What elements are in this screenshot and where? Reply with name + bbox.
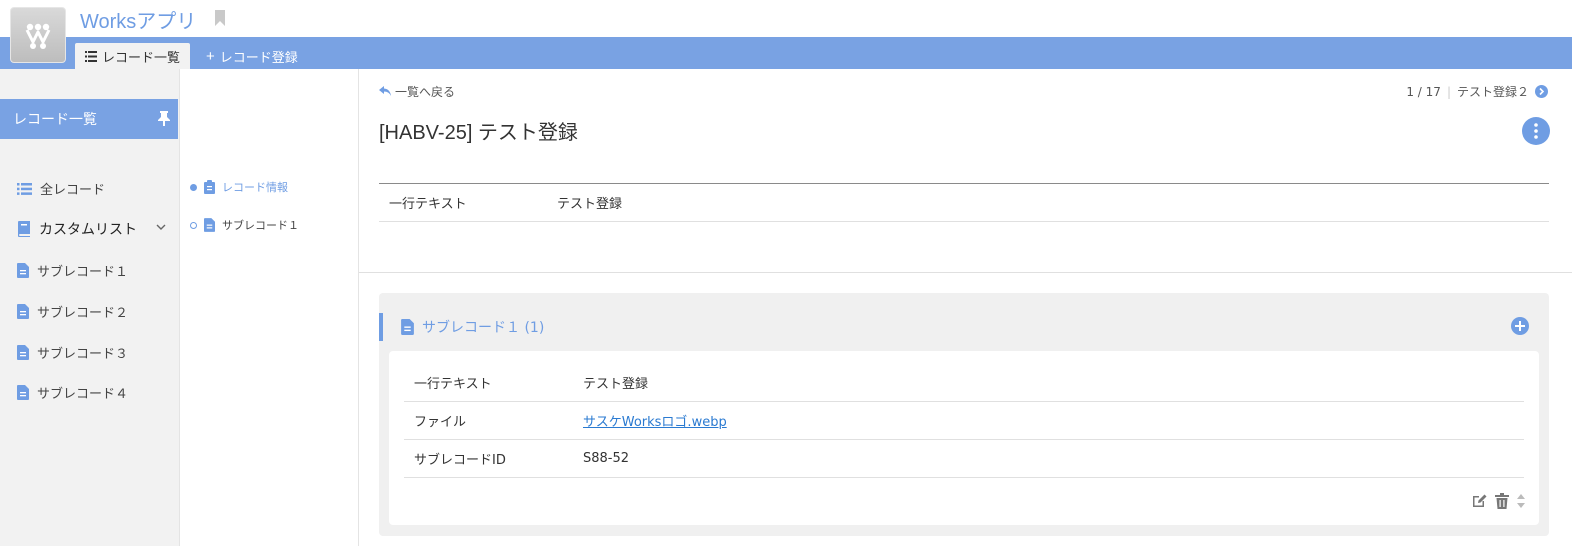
plus-icon: + [206,47,215,65]
record-pager: 1 / 17 | テスト登録２ [1406,83,1548,100]
sidebar-item-label: サブレコード３ [37,347,129,362]
sort-handle-icon[interactable] [1517,494,1525,508]
sidebar-item-label: 全レコード [40,183,106,198]
trash-icon[interactable] [1495,493,1509,509]
document-icon [17,304,29,319]
sidebar-item-custom-list[interactable]: カスタムリスト [17,219,177,239]
record-fields: 一行テキスト テスト登録 [379,183,1549,222]
section-nav-label: サブレコード１ [222,219,299,232]
field-label: サブレコードID [414,453,506,468]
subrecord-section-header: サブレコード１ (1) [379,313,544,341]
sidebar-item-subrecord-2[interactable]: サブレコード２ [17,302,128,321]
app-logo-icon [25,23,51,49]
subrecord-row: ファイル サスケWorksロゴ.webp [404,402,1524,440]
sidebar-item-subrecord-1[interactable]: サブレコード１ [17,261,128,280]
next-record-link[interactable]: テスト登録２ [1457,83,1529,100]
subrecord-row: サブレコードID S88-52 [404,440,1524,478]
section-nav: レコード情報 サブレコード１ [180,69,359,546]
sidebar-item-all-records[interactable]: 全レコード [17,179,105,198]
back-to-list-link[interactable]: 一覧へ戻る [379,83,455,100]
field-value: S88-52 [583,451,630,466]
app-title: Worksアプリ [80,11,197,33]
field-label: ファイル [414,415,467,430]
document-icon [17,345,29,360]
tab-bar: レコード一覧 + レコード登録 [0,37,1572,69]
inactive-dot-icon [190,221,197,229]
sidebar-header-label: レコード一覧 [13,112,97,128]
chevron-down-icon[interactable] [156,224,166,230]
sidebar-item-subrecord-4[interactable]: サブレコード４ [17,383,128,402]
field-value: テスト登録 [583,377,649,392]
active-dot-icon [190,183,197,191]
tab-record-list-label: レコード一覧 [102,49,181,65]
back-label: 一覧へ戻る [395,85,456,99]
record-detail: 一覧へ戻る 1 / 17 | テスト登録２ [HABV-25] テスト登録 一行… [359,69,1572,546]
subrecord-actions [1471,493,1525,509]
sidebar-item-label: カスタムリスト [39,222,137,238]
next-arrow-icon[interactable] [1535,85,1548,98]
sidebar-item-subrecord-3[interactable]: サブレコード３ [17,343,128,362]
vertical-dots-icon [1534,123,1538,139]
pin-icon[interactable] [158,111,170,126]
tab-record-add-label: レコード登録 [219,49,298,65]
sidebar-item-label: サブレコード２ [37,306,129,321]
subrecord-section: サブレコード１ (1) 一行テキスト テスト登録 ファイル サスケWorksロゴ… [379,293,1549,536]
section-nav-item-subrecord-1[interactable]: サブレコード１ [190,217,299,233]
sidebar-item-label: サブレコード１ [37,265,129,280]
subrecord-card: 一行テキスト テスト登録 ファイル サスケWorksロゴ.webp サブレコード… [389,351,1539,525]
pager-separator: | [1446,84,1451,99]
book-icon [18,221,30,237]
sidebar-item-label: サブレコード４ [37,387,129,402]
reply-arrow-icon [379,86,391,96]
record-title: [HABV-25] テスト登録 [379,122,578,144]
sidebar: レコード一覧 全レコード カスタムリスト サブレコード１ サブレコード２ サブレ… [0,69,180,546]
field-row: 一行テキスト テスト登録 [379,184,1549,222]
more-menu-button[interactable] [1522,117,1550,145]
document-icon [401,319,414,335]
app-logo[interactable] [10,7,66,63]
field-value: テスト登録 [557,197,623,212]
field-label: 一行テキスト [414,377,492,392]
document-icon [204,218,215,232]
app-header: Worksアプリ [0,0,1572,63]
tab-record-list[interactable]: レコード一覧 [75,43,191,69]
divider [359,272,1572,273]
document-icon [17,385,29,400]
list-icon [17,182,32,195]
bookmark-icon[interactable] [214,10,226,26]
clipboard-icon [204,180,215,194]
tab-record-add[interactable]: + レコード登録 [196,43,308,69]
file-link[interactable]: サスケWorksロゴ.webp [583,411,727,430]
edit-icon[interactable] [1471,493,1487,509]
list-icon [85,50,97,62]
document-icon [17,263,29,278]
pager-position: 1 / 17 [1406,84,1441,99]
subrecord-row: 一行テキスト テスト登録 [404,364,1524,402]
section-nav-item-record-info[interactable]: レコード情報 [190,179,288,195]
sidebar-header[interactable]: レコード一覧 [0,99,178,139]
subrecord-section-title: サブレコード１ (1) [422,320,545,336]
field-label: 一行テキスト [389,197,467,212]
section-nav-label: レコード情報 [222,181,288,194]
plus-icon [1515,321,1525,331]
add-subrecord-button[interactable] [1511,317,1529,335]
